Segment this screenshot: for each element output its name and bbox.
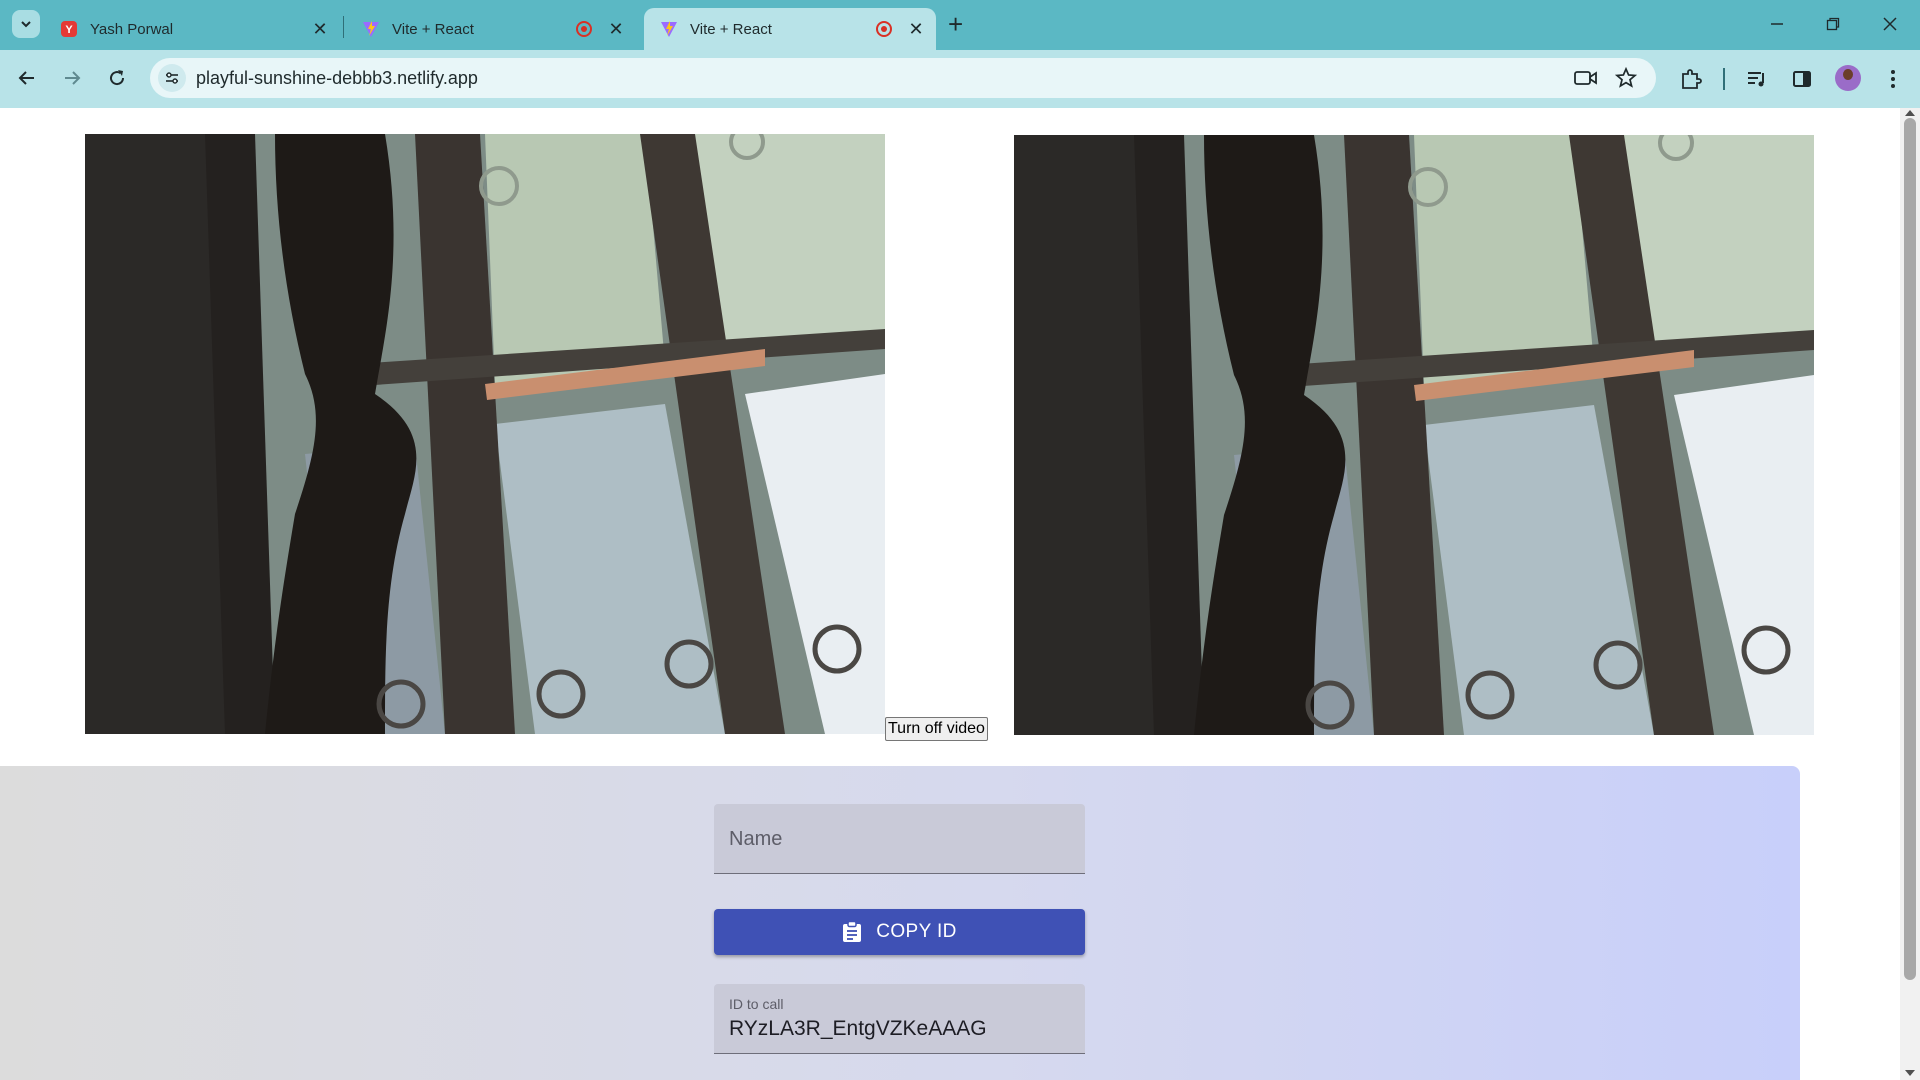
recording-indicator-icon [576,21,592,37]
tab-vite-react-1[interactable]: Vite + React ✕ [346,8,636,50]
id-to-call-field[interactable]: ID to call RYzLA3R_EntgVZKeAAAG [714,984,1085,1054]
close-tab-icon[interactable]: ✕ [310,19,330,40]
bookmark-star-icon[interactable] [1614,66,1638,90]
webcam-frame [1014,135,1814,735]
minimize-icon[interactable] [1765,12,1789,36]
media-controls-icon[interactable] [1744,66,1770,92]
copy-id-label: COPY ID [876,921,957,942]
page-scrollbar[interactable] [1900,108,1920,1080]
forward-arrow-icon[interactable] [58,64,86,92]
call-controls-panel: Name COPY ID ID to call RYzLA3R_EntgVZKe… [0,766,1800,1080]
webcam-frame [85,134,885,734]
profile-avatar[interactable] [1835,65,1861,91]
restore-icon[interactable] [1821,12,1845,36]
turn-off-video-button[interactable]: Turn off video [885,717,988,741]
close-tab-icon[interactable]: ✕ [906,19,926,40]
new-tab-button[interactable]: + [948,11,963,37]
tab-search-button[interactable] [12,10,40,38]
scroll-thumb[interactable] [1904,118,1916,980]
recording-indicator-icon [876,21,892,37]
address-bar[interactable]: playful-sunshine-debbb3.netlify.app [150,58,1656,98]
name-field[interactable]: Name [714,804,1085,874]
site-info-icon[interactable] [158,64,186,92]
close-window-icon[interactable] [1878,12,1902,36]
tab-vite-react-2[interactable]: Vite + React ✕ [644,8,936,50]
local-video [85,134,885,734]
remote-video [1014,135,1814,735]
name-field-placeholder: Name [729,828,783,850]
tab-title: Yash Porwal [90,20,174,38]
id-to-call-label: ID to call [729,996,784,1012]
vite-logo-icon [362,20,380,38]
tab-yash-porwal[interactable]: Y Yash Porwal ✕ [44,8,340,50]
extensions-puzzle-icon[interactable] [1678,66,1704,92]
copy-id-button[interactable]: COPY ID [714,909,1085,955]
vite-logo-icon [660,20,678,38]
close-tab-icon[interactable]: ✕ [606,19,626,40]
back-arrow-icon[interactable] [13,64,41,92]
scroll-up-arrow-icon[interactable] [1905,110,1915,116]
reload-icon[interactable] [103,64,131,92]
scroll-down-arrow-icon[interactable] [1905,1070,1915,1076]
tab-title: Vite + React [690,20,772,38]
clipboard-icon [842,921,862,943]
side-panel-icon[interactable] [1789,66,1815,92]
camera-in-use-icon[interactable] [1574,66,1598,90]
tab-title: Vite + React [392,20,474,38]
svg-text:Y: Y [65,24,73,36]
browser-toolbar: playful-sunshine-debbb3.netlify.app [0,50,1920,108]
toolbar-divider [1723,68,1725,90]
site-favicon-icon: Y [60,20,78,38]
id-to-call-value: RYzLA3R_EntgVZKeAAAG [729,1017,987,1040]
page-content: Turn off video Name COPY ID ID to call R… [0,108,1900,1080]
more-menu-icon[interactable] [1880,66,1906,92]
url-text: playful-sunshine-debbb3.netlify.app [196,68,478,88]
chevron-down-icon [21,21,31,28]
tab-separator [343,16,344,38]
tab-strip: Y Yash Porwal ✕ Vite + React ✕ Vite + Re… [0,0,1920,50]
